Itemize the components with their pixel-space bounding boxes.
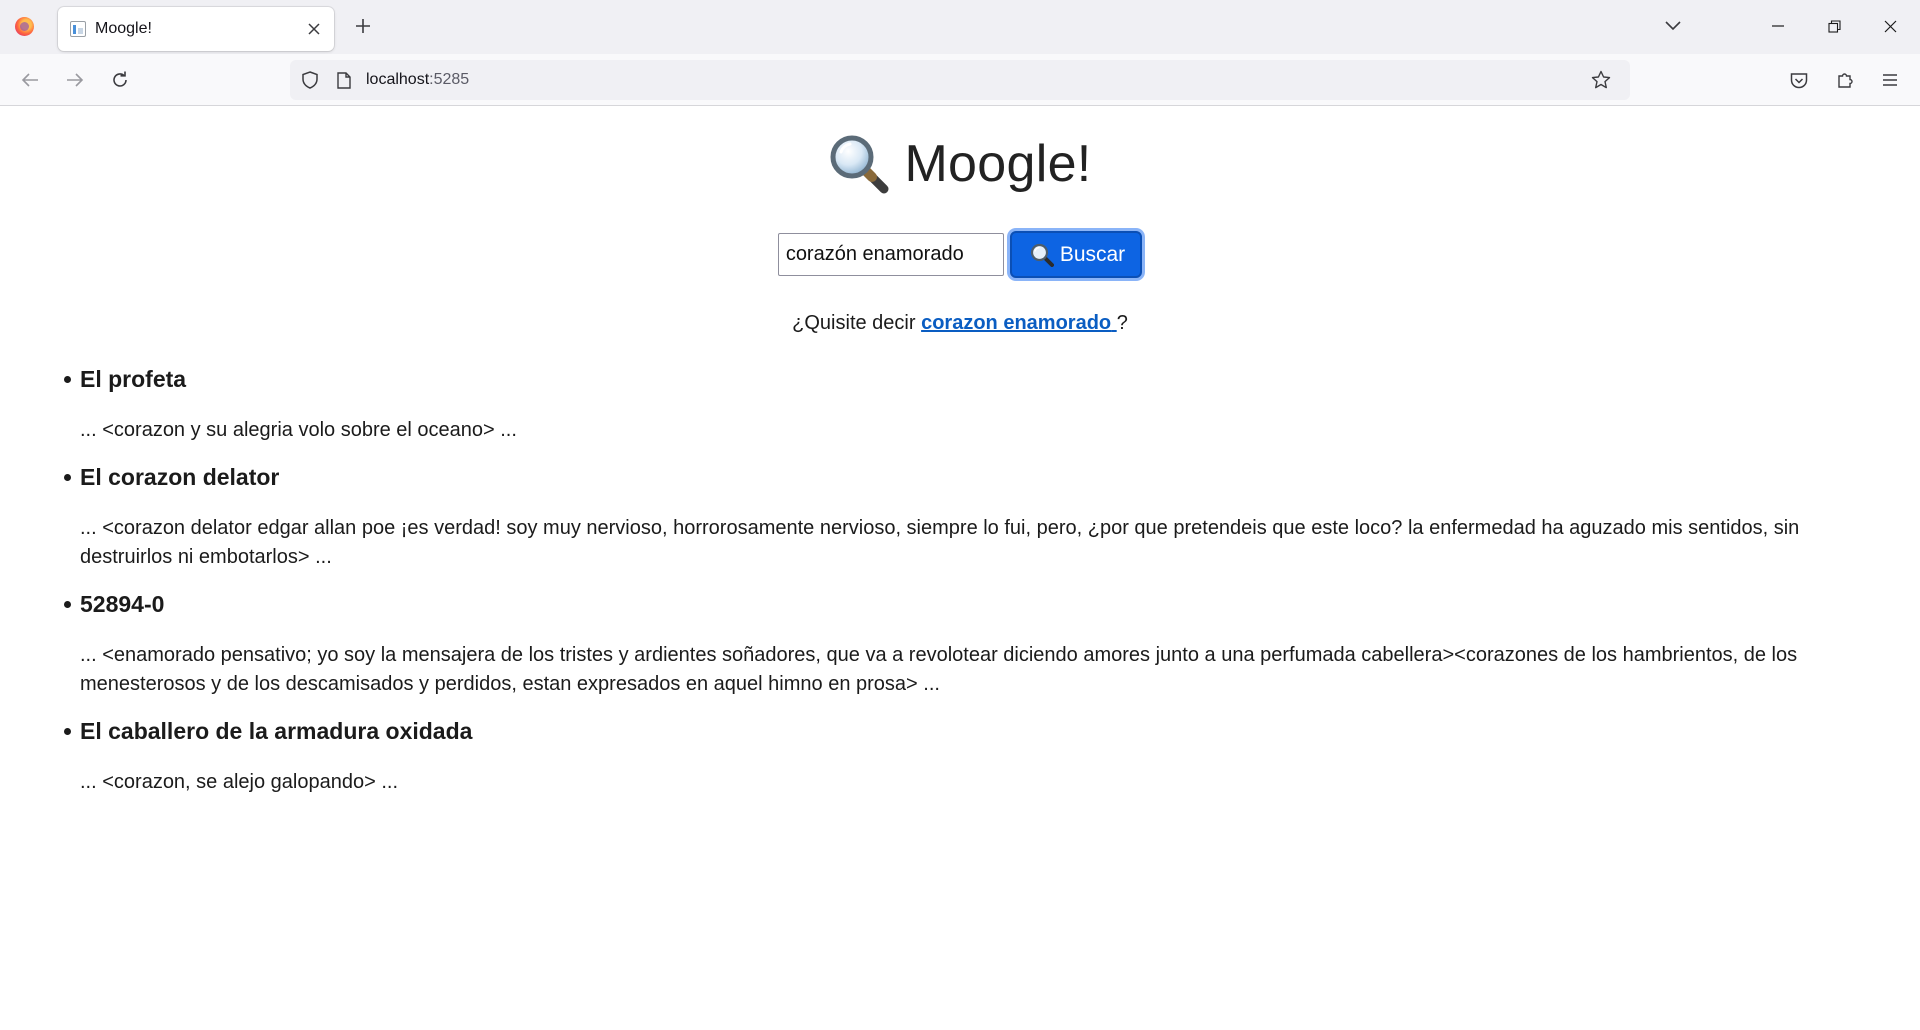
result-item: El caballero de la armadura oxidada ... …: [64, 717, 1820, 797]
result-title: El caballero de la armadura oxidada: [80, 718, 473, 744]
extensions-puzzle-icon[interactable]: [1831, 66, 1859, 94]
firefox-logo-icon[interactable]: [15, 17, 34, 36]
pocket-icon[interactable]: [1785, 66, 1813, 94]
forward-arrow-icon[interactable]: [61, 66, 89, 94]
tab-title: Moogle!: [95, 20, 152, 37]
magnifying-glass-icon: [1030, 243, 1054, 267]
back-arrow-icon[interactable]: [16, 66, 44, 94]
result-title: 52894-0: [80, 591, 165, 617]
hamburger-menu-icon[interactable]: [1876, 66, 1904, 94]
suggestion-prefix: ¿Quisite decir: [792, 312, 916, 334]
search-form: Buscar: [0, 231, 1920, 278]
tracking-protection-shield-icon[interactable]: [300, 70, 320, 90]
list-all-tabs-chevron-icon[interactable]: [1661, 14, 1685, 38]
result-item: 52894-0 ... <enamorado pensativo; yo soy…: [64, 590, 1820, 699]
results-list: El profeta ... <corazon y su alegria vol…: [64, 365, 1820, 815]
magnifying-glass-icon: [828, 133, 890, 195]
bullet: [64, 474, 71, 481]
restore-window-icon[interactable]: [1820, 12, 1848, 40]
result-snippet: ... <corazon, se alejo galopando> ...: [80, 771, 398, 793]
reload-icon[interactable]: [106, 66, 134, 94]
result-title: El profeta: [80, 366, 187, 392]
bullet: [64, 728, 71, 735]
close-window-icon[interactable]: [1876, 12, 1904, 40]
search-input[interactable]: [777, 233, 1004, 276]
page-favicon-icon: [70, 21, 86, 37]
page-title: Moogle!: [904, 135, 1092, 193]
url-host: localhost: [366, 71, 430, 88]
search-button[interactable]: Buscar: [1009, 231, 1143, 278]
tab-bar: Moogle!: [0, 0, 1920, 54]
page-info-icon[interactable]: [334, 70, 354, 90]
minimize-window-icon[interactable]: [1764, 12, 1792, 40]
tab-moogle[interactable]: Moogle!: [58, 7, 334, 51]
result-title: El corazon delator: [80, 464, 280, 490]
page-header: Moogle!: [0, 133, 1920, 200]
suggestion-link-text: corazon enamorado: [921, 312, 1112, 334]
new-tab-plus-icon[interactable]: [349, 12, 377, 40]
address-bar[interactable]: localhost:5285: [290, 60, 1630, 100]
page-content: Moogle! Buscar ¿Quisite decir corazon en…: [0, 107, 1920, 1030]
result-item: El corazon delator ... <corazon delator …: [64, 463, 1820, 572]
close-tab-icon[interactable]: [302, 17, 326, 41]
bullet: [64, 376, 71, 383]
navigation-toolbar: localhost:5285: [0, 54, 1920, 106]
bookmark-star-icon[interactable]: [1590, 69, 1612, 91]
result-snippet: ... <corazon delator edgar allan poe ¡es…: [80, 517, 1800, 568]
spelling-suggestion: ¿Quisite decir corazon enamorado ?: [0, 312, 1920, 335]
result-item: El profeta ... <corazon y su alegria vol…: [64, 365, 1820, 445]
result-snippet: ... <corazon y su alegria volo sobre el …: [80, 419, 517, 441]
suggestion-link[interactable]: corazon enamorado: [921, 312, 1117, 334]
url-port: :5285: [429, 71, 470, 88]
result-snippet: ... <enamorado pensativo; yo soy la mens…: [80, 644, 1798, 695]
search-button-label: Buscar: [1059, 242, 1126, 266]
url-text[interactable]: localhost:5285: [366, 71, 469, 89]
suggestion-suffix: ?: [1116, 312, 1128, 334]
bullet: [64, 601, 71, 608]
